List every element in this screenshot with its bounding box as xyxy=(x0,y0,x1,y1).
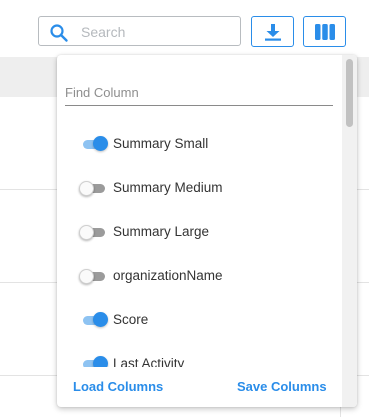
column-toggle[interactable] xyxy=(79,181,107,196)
scrollbar-thumb[interactable] xyxy=(346,59,353,127)
download-button[interactable] xyxy=(251,16,294,47)
column-toggle[interactable] xyxy=(79,225,107,240)
download-icon xyxy=(264,23,281,41)
load-columns-button[interactable]: Load Columns xyxy=(73,379,163,394)
column-item[interactable]: Summary Medium xyxy=(57,173,341,203)
search-box[interactable] xyxy=(38,16,241,46)
column-label: Summary Small xyxy=(113,136,209,151)
search-icon xyxy=(50,24,68,42)
column-label: Summary Medium xyxy=(113,180,223,195)
column-label: Summary Large xyxy=(113,224,210,239)
columns-button[interactable] xyxy=(303,16,346,47)
column-list: Summary Small Summary Medium Summary Lar… xyxy=(57,117,341,367)
column-label: organizationName xyxy=(113,268,223,283)
column-toggle[interactable] xyxy=(79,312,108,327)
column-label: Score xyxy=(113,312,149,327)
columns-icon xyxy=(314,23,335,40)
column-chooser-panel: Summary Small Summary Medium Summary Lar… xyxy=(57,55,357,407)
search-input[interactable] xyxy=(81,22,231,42)
column-item[interactable]: organizationName xyxy=(57,261,341,291)
column-label: Last Activity xyxy=(113,356,185,367)
save-columns-button[interactable]: Save Columns xyxy=(237,379,327,394)
column-item[interactable]: Score xyxy=(57,305,341,335)
column-toggle[interactable] xyxy=(79,136,108,151)
column-toggle[interactable] xyxy=(79,356,108,367)
column-item[interactable]: Summary Small xyxy=(57,129,341,159)
column-item[interactable]: Summary Large xyxy=(57,217,341,247)
scrollbar[interactable] xyxy=(342,55,357,407)
find-column-input[interactable] xyxy=(65,80,333,106)
column-toggle[interactable] xyxy=(79,269,107,284)
column-item[interactable]: Last Activity xyxy=(57,349,341,367)
